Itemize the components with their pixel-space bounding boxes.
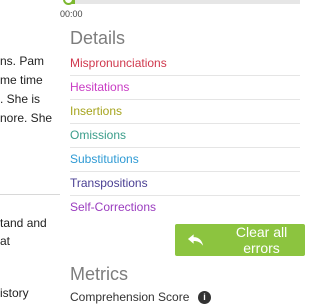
passage-line: istory (0, 286, 29, 300)
details-heading: Details (70, 28, 126, 48)
undo-arrow-icon (187, 234, 204, 246)
passage-line: me time (0, 73, 43, 87)
audio-progress-bar[interactable] (70, 0, 300, 4)
error-type-self-corrections[interactable]: Self-Corrections (70, 196, 300, 219)
error-type-insertions[interactable]: Insertions (70, 100, 300, 124)
clear-all-errors-button[interactable]: Clear all errors (175, 224, 305, 256)
audio-time-label: 00:00 (60, 9, 83, 19)
error-type-hesitations[interactable]: Hesitations (70, 76, 300, 100)
audio-player: 00:00 (60, 0, 300, 24)
error-type-substitutions[interactable]: Substitutions (70, 148, 300, 172)
metrics-heading: Metrics (70, 264, 128, 284)
info-icon[interactable]: i (198, 291, 211, 304)
error-type-list: Mispronunciations Hesitations Insertions… (70, 52, 300, 219)
error-type-omissions[interactable]: Omissions (70, 124, 300, 148)
error-type-mispronunciations[interactable]: Mispronunciations (70, 52, 300, 76)
comprehension-score-label: Comprehension Score (70, 290, 190, 304)
audio-progress-handle[interactable] (63, 0, 74, 5)
clear-all-errors-label: Clear all errors (235, 224, 288, 256)
passage-text-panel: ns. Pam me time . She is nore. She tand … (0, 0, 60, 300)
passage-line: at (0, 234, 11, 248)
passage-line: . She is (0, 92, 41, 106)
passage-line: ns. Pam (0, 54, 45, 68)
passage-divider (0, 194, 60, 195)
passage-line: tand and (0, 216, 47, 230)
passage-line: nore. She (0, 111, 53, 125)
error-type-transpositions[interactable]: Transpositions (70, 172, 300, 196)
